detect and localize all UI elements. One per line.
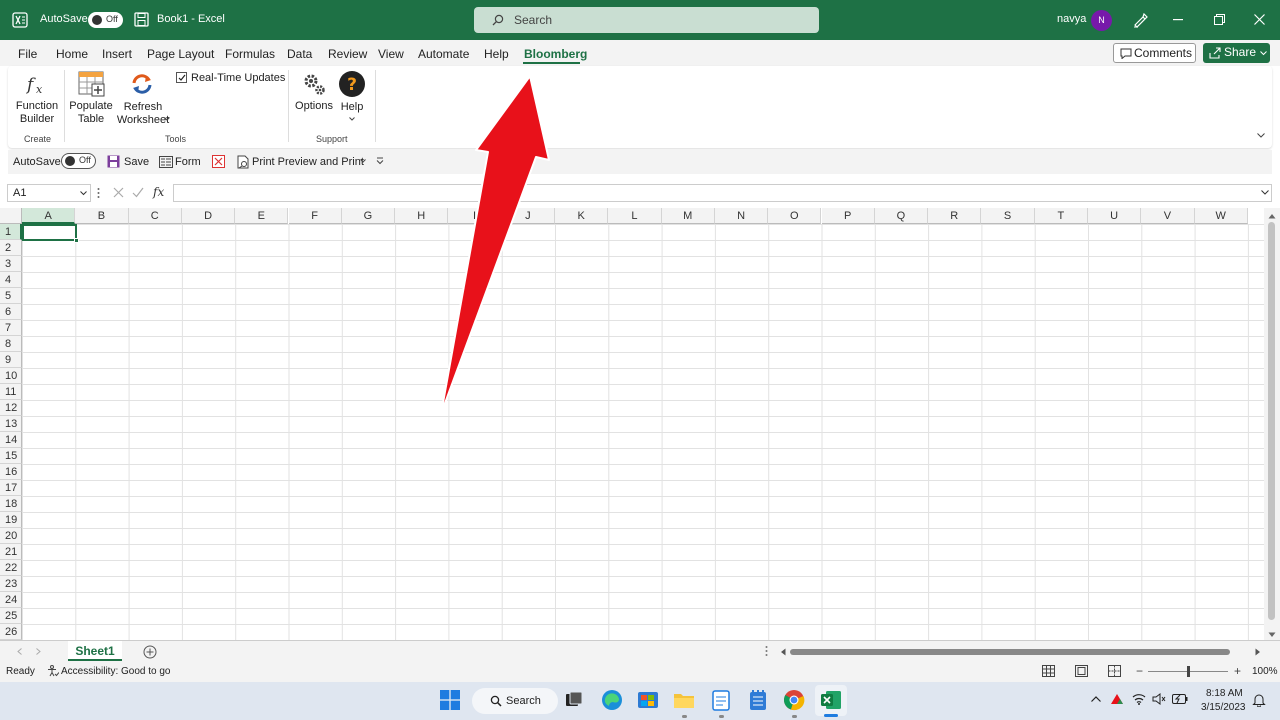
more-sheets-icon[interactable] [765, 645, 768, 657]
taskbar-search[interactable]: Search [472, 688, 558, 714]
clock-date[interactable]: 3/15/2023 [1201, 702, 1246, 713]
zoom-level[interactable]: 100% [1252, 666, 1278, 677]
zoom-out-button[interactable]: − [1136, 664, 1143, 678]
edge-icon[interactable] [601, 689, 623, 711]
notepad-icon[interactable] [710, 689, 732, 711]
status-bar: Ready Accessibility: Good to go − + 100% [0, 662, 1280, 682]
clock-time[interactable]: 8:18 AM [1206, 688, 1243, 699]
normal-view-icon[interactable] [1042, 665, 1055, 677]
store-icon[interactable] [637, 689, 659, 711]
running-app-indicator [719, 715, 724, 718]
battery-icon[interactable] [1172, 694, 1188, 704]
running-app-indicator [792, 715, 797, 718]
search-icon [490, 695, 502, 707]
accessibility-status[interactable]: Accessibility: Good to go [61, 666, 171, 677]
file-explorer-icon[interactable] [673, 689, 695, 711]
sheet-tab-label: Sheet1 [75, 644, 115, 658]
windows-start-icon[interactable] [440, 690, 460, 710]
horizontal-scrollbar-thumb[interactable] [790, 649, 1230, 655]
prev-sheet-icon[interactable] [17, 648, 22, 655]
zoom-in-button[interactable]: + [1234, 664, 1241, 678]
sheet-tab-active[interactable]: Sheet1 [68, 641, 122, 661]
page-layout-view-icon[interactable] [1075, 665, 1088, 677]
app-tray-icon[interactable] [1110, 692, 1124, 706]
task-view-icon[interactable] [565, 691, 583, 709]
next-sheet-icon[interactable] [36, 648, 41, 655]
add-sheet-icon[interactable] [143, 645, 157, 659]
page-break-view-icon[interactable] [1108, 665, 1121, 677]
chrome-icon[interactable] [783, 689, 805, 711]
notes-icon[interactable] [747, 689, 769, 711]
sheet-tab-bar: Sheet1 [0, 640, 1280, 662]
accessibility-icon [48, 665, 59, 677]
running-app-indicator [682, 715, 687, 718]
active-app-indicator [824, 714, 838, 717]
wifi-icon[interactable] [1132, 693, 1146, 705]
zoom-slider-thumb[interactable] [1187, 666, 1190, 677]
notification-icon[interactable] [1252, 693, 1266, 707]
scroll-right-icon[interactable] [1255, 648, 1261, 656]
chevron-up-icon[interactable] [1091, 696, 1101, 702]
excel-taskbar-icon[interactable] [820, 689, 842, 711]
scroll-left-icon[interactable] [780, 648, 786, 656]
taskbar-search-label: Search [506, 695, 541, 707]
red-arrow-annotation [440, 75, 550, 415]
status-ready: Ready [6, 666, 35, 677]
volume-muted-icon[interactable] [1152, 693, 1166, 705]
